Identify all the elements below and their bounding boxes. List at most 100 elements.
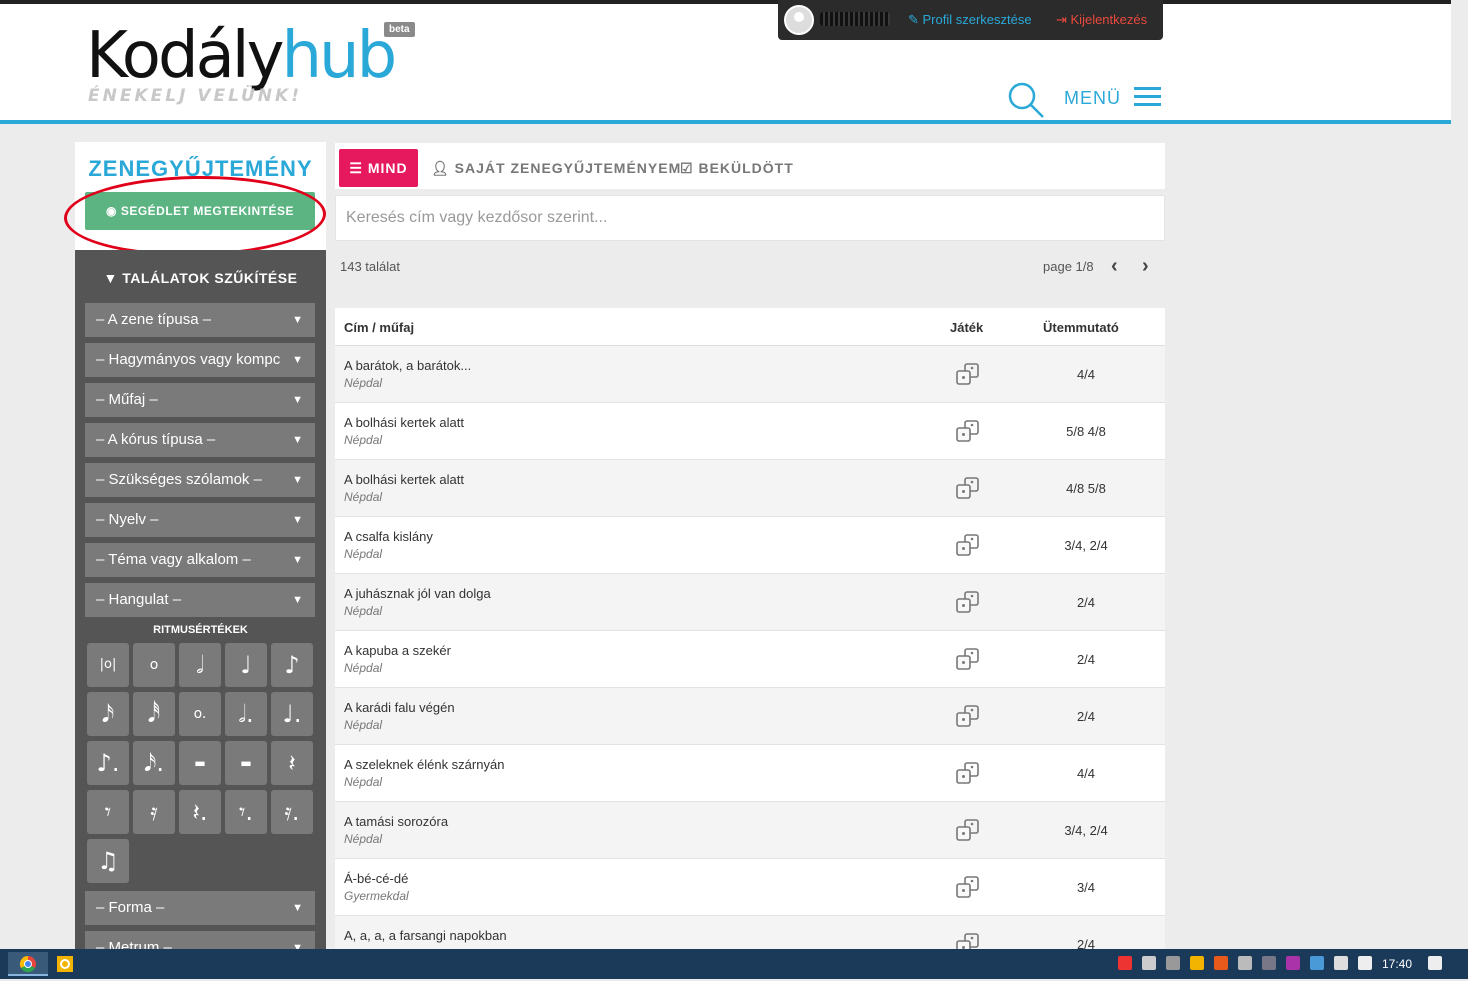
table-row[interactable]: Á-bé-cé-dé Gyermekdal 3/4 (335, 859, 1165, 916)
table-row[interactable]: A karádi falu végén Népdal 2/4 (335, 688, 1165, 745)
rhythm-dotted-quarter-button[interactable]: ♩. (271, 692, 313, 736)
song-title[interactable]: A bolhási kertek alatt (344, 415, 464, 430)
app-taskbar-button[interactable] (50, 952, 90, 976)
rhythm-thirtysecond-note-button[interactable]: 𝅘𝅥𝅰 (133, 692, 175, 736)
select-theme-occasion[interactable]: – Téma vagy alkalom – ▼ (85, 543, 315, 577)
select-genre[interactable]: – Műfaj – ▼ (85, 383, 315, 417)
rhythm-breve-button[interactable]: |o| (87, 643, 129, 687)
table-row[interactable]: A, a, a, a farsangi napokban 2/4 (335, 916, 1165, 949)
edit-profile-link[interactable]: ✎ Profil szerkesztése (908, 12, 1032, 28)
rhythm-whole-rest-button[interactable]: ▬ (179, 741, 221, 785)
tray-icon-8[interactable] (1286, 956, 1300, 970)
game-dice-icon[interactable] (955, 818, 981, 842)
select-language[interactable]: – Nyelv – ▼ (85, 503, 315, 537)
table-row[interactable]: A kapuba a szekér Népdal 2/4 (335, 631, 1165, 688)
rhythm-whole-note-button[interactable]: o (133, 643, 175, 687)
list-icon: ☰ (349, 160, 368, 176)
table-row[interactable]: A csalfa kislány Népdal 3/4, 2/4 (335, 517, 1165, 574)
tray-icon-3[interactable] (1166, 956, 1180, 970)
song-title[interactable]: A tamási sorozóra (344, 814, 448, 829)
song-title[interactable]: A bolhási kertek alatt (344, 472, 464, 487)
rhythm-sixteenth-rest-button[interactable]: 𝄿 (133, 790, 175, 834)
menu-label[interactable]: MENÜ (1064, 88, 1121, 109)
table-row[interactable]: A bolhási kertek alatt Népdal 4/8 5/8 (335, 460, 1165, 517)
table-row[interactable]: A juhásznak jól van dolga Népdal 2/4 (335, 574, 1165, 631)
rhythm-dotted-whole-button[interactable]: o. (179, 692, 221, 736)
rhythm-dotted-sixteenth-button[interactable]: 𝅘𝅥𝅯. (133, 741, 175, 785)
select-music-type[interactable]: – A zene típusa – ▼ (85, 303, 315, 337)
game-dice-icon[interactable] (955, 419, 981, 443)
rhythm-quarter-rest-button[interactable]: 𝄽 (271, 741, 313, 785)
rhythm-quarter-note-button[interactable]: ♩ (225, 643, 267, 687)
select-required-voices[interactable]: – Szükséges szólamok – ▼ (85, 463, 315, 497)
rhythm-half-note-button[interactable]: 𝅗𝅥 (179, 643, 221, 687)
tray-icon-7[interactable] (1262, 956, 1276, 970)
volume-icon[interactable] (1358, 956, 1372, 970)
taskbar-clock[interactable]: 17:40 (1382, 957, 1412, 971)
select-mood[interactable]: – Hangulat – ▼ (85, 583, 315, 617)
rhythm-dotted-eighth-rest-button[interactable]: 𝄾. (225, 790, 267, 834)
table-row[interactable]: A szeleknek élénk szárnyán Népdal 4/4 (335, 745, 1165, 802)
column-meter[interactable]: Ütemmutató (1043, 320, 1119, 335)
table-row[interactable]: A bolhási kertek alatt Népdal 5/8 4/8 (335, 403, 1165, 460)
song-genre: Népdal (344, 490, 383, 504)
rhythm-half-rest-button[interactable]: ▬ (225, 741, 267, 785)
tab-my-collection[interactable]: 👤︎ SAJÁT ZENEGYŰJTEMÉNYEM (431, 149, 681, 187)
kodalyhub-logo[interactable]: Kodályhub ÉNEKELJ VELÜNK! beta (86, 22, 415, 106)
song-title[interactable]: A juhásznak jól van dolga (344, 586, 491, 601)
song-title[interactable]: A, a, a, a farsangi napokban (344, 928, 507, 943)
song-meter: 2/4 (1076, 937, 1096, 949)
network-icon[interactable] (1334, 956, 1348, 970)
column-title-genre[interactable]: Cím / műfaj (344, 320, 414, 335)
rhythm-dotted-sixteenth-rest-button[interactable]: 𝄿. (271, 790, 313, 834)
select-traditional-or-composed[interactable]: – Hagymányos vagy kompc ▼ (85, 343, 315, 377)
select-choir-type[interactable]: – A kórus típusa – ▼ (85, 423, 315, 457)
chrome-taskbar-button[interactable] (8, 952, 48, 976)
game-dice-icon[interactable] (955, 590, 981, 614)
rhythm-dotted-eighth-button[interactable]: ♪. (87, 741, 129, 785)
rhythm-triplet-button[interactable]: ♫ (87, 839, 129, 883)
game-dice-icon[interactable] (955, 647, 981, 671)
rhythm-dotted-quarter-rest-button[interactable]: 𝄽. (179, 790, 221, 834)
rhythm-sixteenth-note-button[interactable]: 𝅘𝅥𝅯 (87, 692, 129, 736)
song-meter: 4/8 5/8 (1066, 481, 1106, 496)
prev-page-icon[interactable]: ‹ (1111, 255, 1118, 278)
logout-link[interactable]: ⇥ Kijelentkezés (1056, 12, 1147, 28)
rhythm-dotted-half-button[interactable]: 𝅗𝅥. (225, 692, 267, 736)
table-row[interactable]: A tamási sorozóra Népdal 3/4, 2/4 (335, 802, 1165, 859)
tray-icon-2[interactable] (1142, 956, 1156, 970)
tray-icon-1[interactable] (1118, 956, 1132, 970)
select-form[interactable]: – Forma – ▼ (85, 891, 315, 925)
search-icon[interactable] (1006, 80, 1046, 120)
song-title[interactable]: A barátok, a barátok... (344, 358, 471, 373)
song-title[interactable]: A csalfa kislány (344, 529, 433, 544)
hamburger-icon[interactable] (1134, 87, 1161, 107)
song-title[interactable]: A karádi falu végén (344, 700, 455, 715)
tab-submitted[interactable]: ☑ BEKÜLDÖTT (680, 149, 794, 187)
caret-down-icon: ▼ (292, 594, 303, 606)
tray-icon-6[interactable] (1238, 956, 1252, 970)
game-dice-icon[interactable] (955, 875, 981, 899)
game-dice-icon[interactable] (955, 533, 981, 557)
select-meter[interactable]: – Metrum – ▼ (85, 931, 315, 949)
song-title[interactable]: A kapuba a szekér (344, 643, 451, 658)
tab-all[interactable]: ☰ MIND (339, 149, 418, 187)
rhythm-eighth-rest-button[interactable]: 𝄾 (87, 790, 129, 834)
search-input[interactable] (336, 196, 1164, 240)
app-icon (57, 956, 73, 972)
game-dice-icon[interactable] (955, 704, 981, 728)
tray-icon-5[interactable] (1214, 956, 1228, 970)
game-dice-icon[interactable] (955, 476, 981, 500)
tray-icon-9[interactable] (1310, 956, 1324, 970)
next-page-icon[interactable]: › (1142, 255, 1149, 278)
game-dice-icon[interactable] (955, 932, 981, 949)
game-dice-icon[interactable] (955, 761, 981, 785)
notification-icon[interactable] (1428, 956, 1442, 970)
game-dice-icon[interactable] (955, 362, 981, 386)
tray-icon-4[interactable] (1190, 956, 1204, 970)
table-row[interactable]: A barátok, a barátok... Népdal 4/4 (335, 346, 1165, 403)
song-title[interactable]: Á-bé-cé-dé (344, 871, 408, 886)
song-title[interactable]: A szeleknek élénk szárnyán (344, 757, 504, 772)
avatar[interactable] (784, 5, 814, 35)
rhythm-eighth-note-button[interactable]: ♪ (271, 643, 313, 687)
